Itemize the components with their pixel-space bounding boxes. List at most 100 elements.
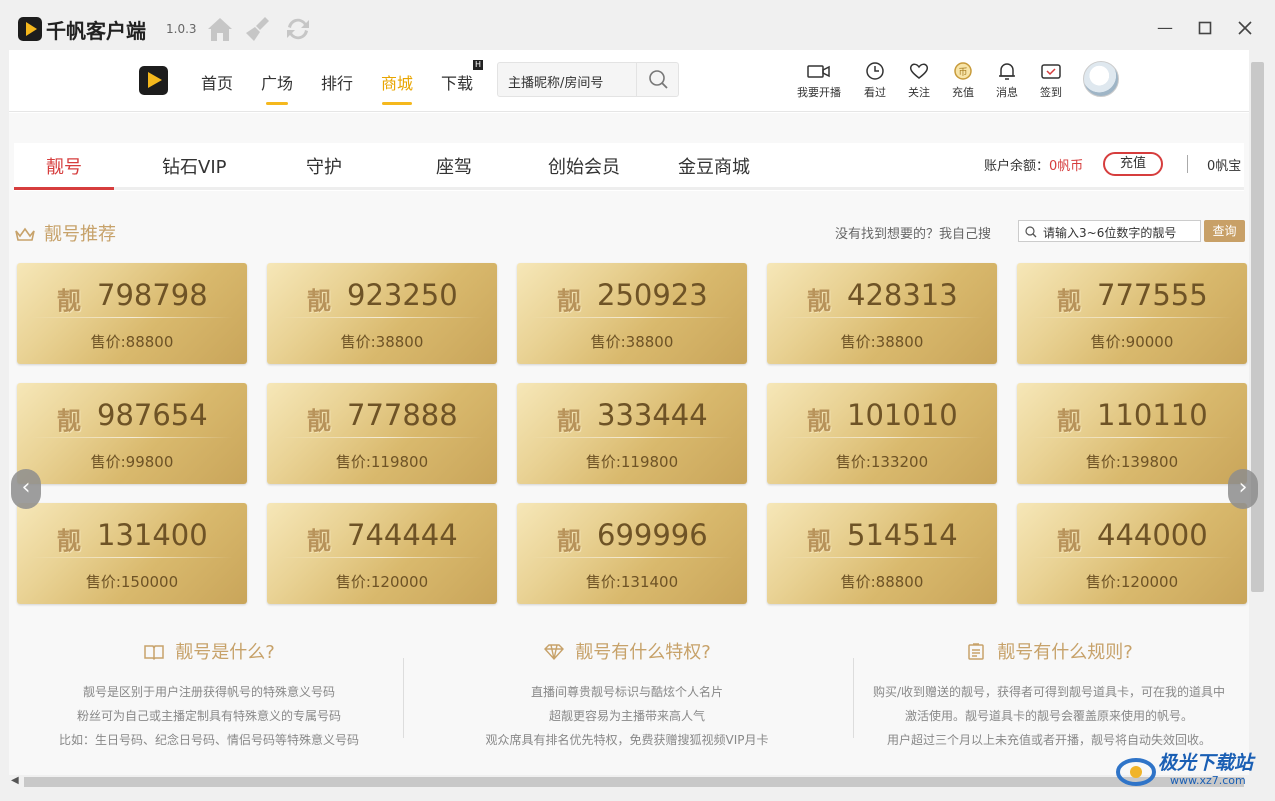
pretty-number-card[interactable]: 靓 987654 售价:99800 bbox=[17, 383, 247, 484]
info-separator bbox=[403, 658, 404, 738]
pretty-number-card[interactable]: 靓 250923 售价:38800 bbox=[517, 263, 747, 364]
tab-gold-bean-mall[interactable]: 金豆商城 bbox=[678, 153, 750, 179]
nav-item-download[interactable]: 下载 bbox=[441, 70, 473, 94]
bell-icon bbox=[999, 63, 1015, 80]
pretty-mark: 靓 bbox=[1057, 407, 1081, 435]
home-icon[interactable] bbox=[205, 14, 235, 44]
maximize-icon[interactable] bbox=[1193, 16, 1217, 40]
pretty-number-card[interactable]: 靓 101010 售价:133200 bbox=[767, 383, 997, 484]
number-query-input[interactable]: 请输入3~6位数字的靓号 bbox=[1018, 220, 1201, 242]
pretty-number: 333444 bbox=[597, 398, 708, 432]
pretty-number-card[interactable]: 靓 333444 售价:119800 bbox=[517, 383, 747, 484]
avatar[interactable] bbox=[1083, 61, 1119, 97]
broom-icon[interactable] bbox=[243, 14, 273, 44]
card-price: 售价:38800 bbox=[590, 333, 674, 351]
tabs-divider bbox=[14, 187, 1244, 190]
card-divider bbox=[1031, 317, 1233, 318]
pretty-number-card[interactable]: 靓 923250 售价:38800 bbox=[267, 263, 497, 364]
card-divider bbox=[781, 557, 983, 558]
crown-icon bbox=[15, 227, 35, 241]
card-price: 售价:99800 bbox=[90, 453, 174, 471]
pretty-number: 514514 bbox=[847, 518, 958, 552]
tool-go-live[interactable]: 我要开播 bbox=[791, 60, 847, 100]
info-privileges-title: 靓号有什么特权? bbox=[575, 642, 711, 663]
refresh-icon[interactable] bbox=[283, 14, 313, 44]
info-line: 粉丝可为自己或主播定制具有特殊意义的专属号码 bbox=[76, 709, 341, 723]
tool-checkin[interactable]: 签到 bbox=[1023, 60, 1079, 100]
clock-icon bbox=[866, 62, 884, 80]
pretty-mark: 靓 bbox=[57, 287, 81, 315]
watermark-text: 极光下载站 bbox=[1158, 752, 1254, 774]
next-arrow-button[interactable]: › bbox=[1228, 469, 1258, 509]
pretty-mark: 靓 bbox=[807, 527, 831, 555]
recharge-button[interactable]: 充值 bbox=[1103, 152, 1163, 176]
nav-underline bbox=[266, 102, 288, 105]
pretty-number-card[interactable]: 靓 777555 售价:90000 bbox=[1017, 263, 1247, 364]
close-icon[interactable] bbox=[1233, 16, 1257, 40]
card-divider bbox=[281, 557, 483, 558]
pretty-number-card[interactable]: 靓 744444 售价:120000 bbox=[267, 503, 497, 604]
pretty-number-card[interactable]: 靓 444000 售价:120000 bbox=[1017, 503, 1247, 604]
vertical-scrollbar[interactable] bbox=[1251, 62, 1264, 592]
nav-item-square[interactable]: 广场 bbox=[261, 70, 293, 105]
card-price: 售价:150000 bbox=[85, 573, 179, 591]
pretty-number-card[interactable]: 靓 699996 售价:131400 bbox=[517, 503, 747, 604]
nav-item-mall[interactable]: 商城 bbox=[381, 70, 413, 105]
card-divider bbox=[1031, 557, 1233, 558]
pretty-number: 923250 bbox=[347, 278, 458, 312]
info-line: 激活使用。靓号道具卡的靓号会覆盖原来使用的帆号。 bbox=[904, 709, 1193, 723]
diamond-icon bbox=[544, 644, 565, 661]
minimize-icon[interactable]: — bbox=[1153, 16, 1177, 40]
pretty-number: 131400 bbox=[97, 518, 208, 552]
card-divider bbox=[531, 437, 733, 438]
tab-active-indicator bbox=[14, 187, 114, 190]
prev-arrow-button[interactable]: ‹ bbox=[11, 469, 41, 509]
tab-diamond-vip[interactable]: 钻石VIP bbox=[162, 153, 226, 179]
nav-logo-icon[interactable] bbox=[139, 66, 168, 95]
pretty-number: 798798 bbox=[97, 278, 208, 312]
mall-content: 靓号 钻石VIP 守护 座驾 创始会员 金豆商城 账户余额：0帆币 充值 0帆宝… bbox=[9, 113, 1258, 775]
search-icon bbox=[1025, 226, 1037, 238]
card-price: 售价:131400 bbox=[585, 573, 679, 591]
card-price: 售价:119800 bbox=[335, 453, 429, 471]
card-divider bbox=[781, 437, 983, 438]
search-input[interactable]: 主播昵称/房间号 bbox=[508, 72, 603, 91]
card-divider bbox=[781, 317, 983, 318]
pretty-number: 110110 bbox=[1097, 398, 1208, 432]
pretty-mark: 靓 bbox=[307, 287, 331, 315]
tab-vehicle[interactable]: 座驾 bbox=[436, 153, 472, 179]
app-logo-icon bbox=[18, 17, 42, 41]
pretty-number-card[interactable]: 靓 777888 售价:119800 bbox=[267, 383, 497, 484]
search-button[interactable] bbox=[636, 63, 678, 96]
pretty-number: 428313 bbox=[847, 278, 958, 312]
nav-item-home[interactable]: 首页 bbox=[201, 70, 233, 94]
pretty-number-card[interactable]: 靓 428313 售价:38800 bbox=[767, 263, 997, 364]
pretty-mark: 靓 bbox=[1057, 527, 1081, 555]
pretty-mark: 靓 bbox=[557, 287, 581, 315]
pretty-number: 699996 bbox=[597, 518, 708, 552]
pretty-number-card[interactable]: 靓 131400 售价:150000 bbox=[17, 503, 247, 604]
card-divider bbox=[281, 317, 483, 318]
scroll-left-icon[interactable]: ◀ bbox=[11, 775, 19, 786]
query-button[interactable]: 查询 bbox=[1204, 220, 1245, 242]
pretty-mark: 靓 bbox=[807, 407, 831, 435]
card-price: 售价:38800 bbox=[340, 333, 424, 351]
horizontal-scrollbar[interactable] bbox=[24, 777, 1244, 787]
card-divider bbox=[531, 317, 733, 318]
info-line: 靓号是区别于用户注册获得帆号的特殊意义号码 bbox=[82, 685, 335, 699]
new-badge: H bbox=[473, 60, 483, 70]
card-price: 售价:119800 bbox=[585, 453, 679, 471]
tab-pretty-number[interactable]: 靓号 bbox=[46, 153, 82, 179]
search-box[interactable]: 主播昵称/房间号 bbox=[497, 62, 679, 97]
tab-guard[interactable]: 守护 bbox=[306, 153, 342, 179]
nav-item-ranking[interactable]: 排行 bbox=[321, 70, 353, 94]
card-divider bbox=[31, 317, 233, 318]
fanbao-balance: 0帆宝 bbox=[1207, 159, 1242, 174]
tab-founding-member[interactable]: 创始会员 bbox=[548, 153, 620, 179]
info-what: 靓号是什么? 靓号是区别于用户注册获得帆号的特殊意义号码 粉丝可为自己或主播定制… bbox=[9, 638, 409, 752]
pretty-number-card[interactable]: 靓 798798 售价:88800 bbox=[17, 263, 247, 364]
pretty-number-card[interactable]: 靓 514514 售价:88800 bbox=[767, 503, 997, 604]
camera-icon bbox=[807, 65, 830, 78]
pretty-number-card[interactable]: 靓 110110 售价:139800 bbox=[1017, 383, 1247, 484]
document-icon bbox=[968, 643, 984, 660]
